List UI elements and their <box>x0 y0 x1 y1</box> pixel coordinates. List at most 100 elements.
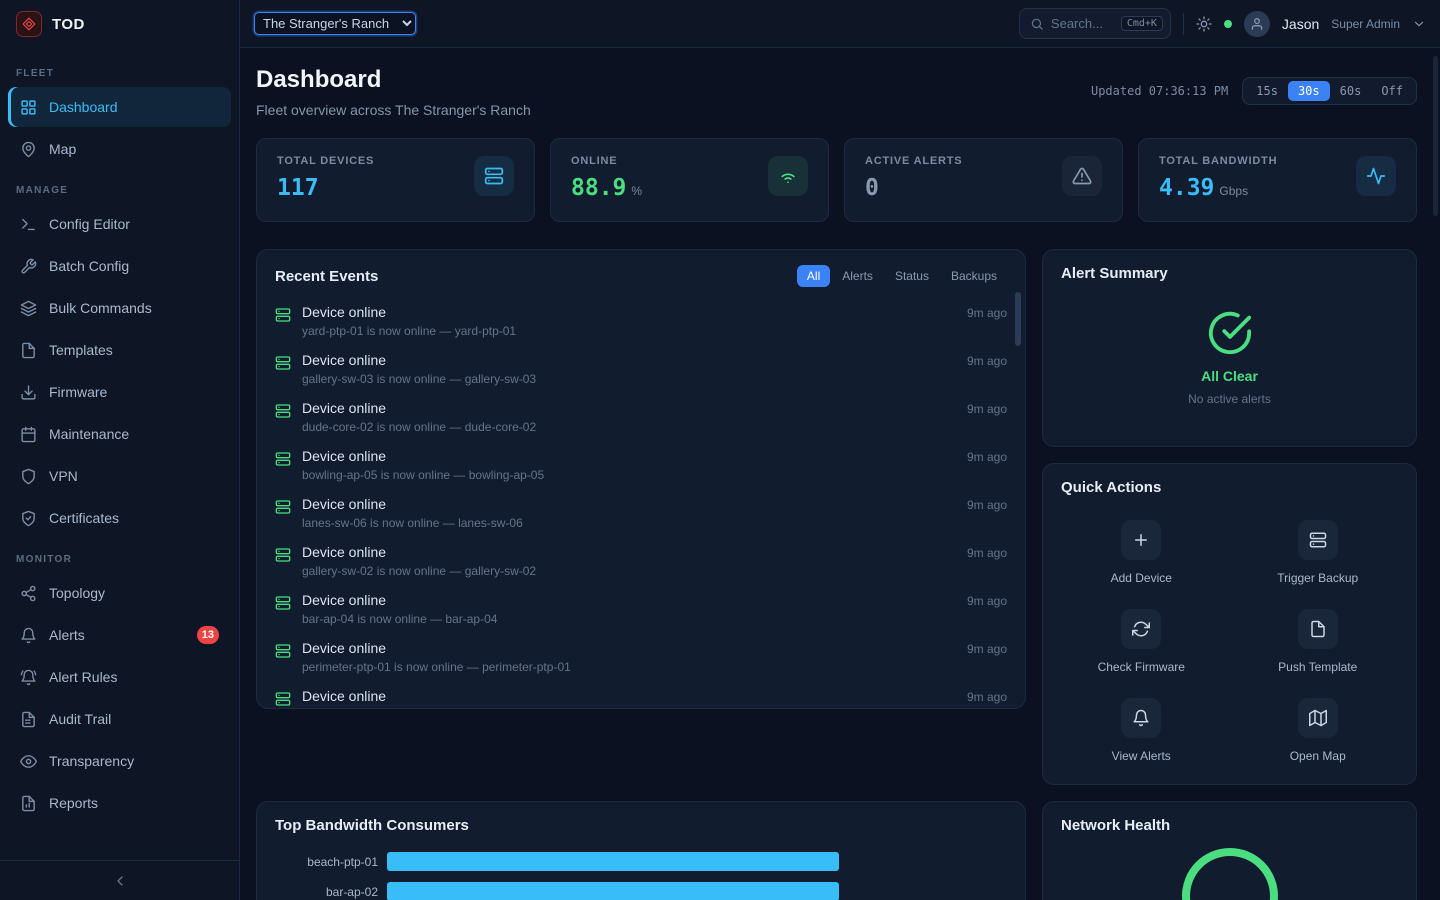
stat-card-total-devices: TOTAL DEVICES 117 <box>256 138 535 222</box>
sidebar-item-map[interactable]: Map <box>8 129 231 169</box>
sidebar-item-reports[interactable]: Reports <box>8 783 231 823</box>
event-row[interactable]: Device onlinedude-core-02 is now online … <box>275 393 1007 441</box>
device-icon <box>275 643 291 659</box>
sidebar-item-vpn[interactable]: VPN <box>8 456 231 496</box>
sidebar-nav: FLEET Dashboard Map MANAGE Config Editor… <box>0 48 239 860</box>
file-icon <box>20 342 37 359</box>
activity-icon <box>1356 156 1396 196</box>
tab-status[interactable]: Status <box>885 265 939 287</box>
open-map-button[interactable]: Open Map <box>1290 698 1346 763</box>
connection-status-dot <box>1224 20 1232 28</box>
sidebar-item-config-editor[interactable]: Config Editor <box>8 204 231 244</box>
sidebar-item-transparency[interactable]: Transparency <box>8 741 231 781</box>
event-time: 9m ago <box>967 688 1007 704</box>
wifi-icon <box>768 156 808 196</box>
device-icon <box>275 307 291 323</box>
device-icon <box>275 691 291 707</box>
file-icon <box>1298 609 1338 649</box>
search-icon <box>1030 17 1044 31</box>
sidebar-item-label: Bulk Commands <box>49 300 152 316</box>
check-firmware-button[interactable]: Check Firmware <box>1098 609 1185 674</box>
stat-card-total-bandwidth: TOTAL BANDWIDTH 4.39Gbps <box>1138 138 1417 222</box>
event-time: 9m ago <box>967 544 1007 560</box>
events-scrollbar[interactable] <box>1015 292 1021 346</box>
event-title: Device online <box>302 688 386 705</box>
event-row[interactable]: Device onlinegallery-sw-03 is now online… <box>275 345 1007 393</box>
bandwidth-row: beach-ptp-01 <box>275 852 1007 871</box>
user-name[interactable]: Jason <box>1282 16 1319 32</box>
sidebar-item-alert-rules[interactable]: Alert Rules <box>8 657 231 697</box>
trigger-backup-button[interactable]: Trigger Backup <box>1277 520 1358 585</box>
event-row[interactable]: Device onlinelanes-sw-06 is now online —… <box>275 489 1007 537</box>
sidebar-item-bulk-commands[interactable]: Bulk Commands <box>8 288 231 328</box>
bell-icon <box>20 627 37 644</box>
sidebar-item-firmware[interactable]: Firmware <box>8 372 231 412</box>
stat-value: 4.39 <box>1159 175 1214 201</box>
event-detail: lanes-sw-06 is now online — lanes-sw-06 <box>302 516 523 530</box>
event-row[interactable]: Device online 9m ago <box>275 681 1007 709</box>
layers-icon <box>20 300 37 317</box>
terminal-icon <box>20 216 37 233</box>
sidebar-item-label: Topology <box>49 585 105 601</box>
sidebar-item-audit-trail[interactable]: Audit Trail <box>8 699 231 739</box>
chevron-down-icon[interactable] <box>1412 17 1426 31</box>
bell-ring-icon <box>20 669 37 686</box>
check-circle-icon <box>1207 310 1253 356</box>
sidebar-item-templates[interactable]: Templates <box>8 330 231 370</box>
user-role: Super Admin <box>1331 17 1400 31</box>
event-row[interactable]: Device onlineperimeter-ptp-01 is now onl… <box>275 633 1007 681</box>
network-health-card: Network Health <box>1042 801 1417 900</box>
avatar[interactable] <box>1244 11 1270 37</box>
topology-icon <box>20 585 37 602</box>
refresh-option-15s[interactable]: 15s <box>1246 81 1288 101</box>
tab-all[interactable]: All <box>797 265 830 287</box>
sidebar-item-alerts[interactable]: Alerts 13 <box>8 615 231 655</box>
alert-status-text: All Clear <box>1201 368 1258 384</box>
sun-icon[interactable] <box>1196 16 1212 32</box>
refresh-interval-control: 15s 30s 60s Off <box>1242 77 1417 105</box>
page-scrollbar[interactable] <box>1433 56 1438 216</box>
tab-backups[interactable]: Backups <box>941 265 1007 287</box>
refresh-option-30s[interactable]: 30s <box>1288 81 1330 101</box>
alert-status-detail: No active alerts <box>1188 392 1271 406</box>
view-alerts-button[interactable]: View Alerts <box>1112 698 1171 763</box>
push-template-button[interactable]: Push Template <box>1278 609 1357 674</box>
sidebar-item-certificates[interactable]: Certificates <box>8 498 231 538</box>
event-time: 9m ago <box>967 640 1007 656</box>
nav-section-fleet: FLEET <box>0 54 239 85</box>
add-device-button[interactable]: Add Device <box>1111 520 1172 585</box>
site-selector[interactable]: The Stranger's Ranch <box>254 12 416 35</box>
quick-action-label: View Alerts <box>1112 749 1171 763</box>
alert-summary-card: Alert Summary All Clear No active alerts <box>1042 249 1417 447</box>
eye-icon <box>20 753 37 770</box>
sidebar-item-maintenance[interactable]: Maintenance <box>8 414 231 454</box>
alerts-count-badge: 13 <box>197 626 219 644</box>
event-row[interactable]: Device onlinebowling-ap-05 is now online… <box>275 441 1007 489</box>
sidebar-item-dashboard[interactable]: Dashboard <box>8 87 231 127</box>
sidebar: TOD FLEET Dashboard Map MANAGE Config Ed… <box>0 0 240 900</box>
sidebar-item-batch-config[interactable]: Batch Config <box>8 246 231 286</box>
search-input[interactable]: Search... Cmd+K <box>1019 8 1171 39</box>
bandwidth-device-label: beach-ptp-01 <box>275 855 387 869</box>
sidebar-item-label: Dashboard <box>49 99 118 115</box>
event-time: 9m ago <box>967 304 1007 320</box>
event-row[interactable]: Device onlinegallery-sw-02 is now online… <box>275 537 1007 585</box>
event-row[interactable]: Device onlinebar-ap-04 is now online — b… <box>275 585 1007 633</box>
sidebar-item-label: Audit Trail <box>49 711 111 727</box>
sidebar-item-label: Config Editor <box>49 216 130 232</box>
tab-alerts[interactable]: Alerts <box>832 265 883 287</box>
refresh-option-60s[interactable]: 60s <box>1330 81 1372 101</box>
stat-card-active-alerts: ACTIVE ALERTS 0 <box>844 138 1123 222</box>
sidebar-item-topology[interactable]: Topology <box>8 573 231 613</box>
stats-row: TOTAL DEVICES 117 ONLINE 88.9% ACTIVE AL… <box>256 138 1417 222</box>
plus-icon <box>1121 520 1161 560</box>
chevron-left-icon <box>112 873 128 889</box>
recent-events-title: Recent Events <box>275 268 378 285</box>
stat-unit: Gbps <box>1219 184 1248 198</box>
stat-value: 0 <box>865 175 879 201</box>
bell-icon <box>1121 698 1161 738</box>
stat-label: TOTAL DEVICES <box>277 155 374 167</box>
sidebar-collapse-button[interactable] <box>0 860 239 900</box>
event-row[interactable]: Device onlineyard-ptp-01 is now online —… <box>275 297 1007 345</box>
refresh-option-off[interactable]: Off <box>1371 81 1413 101</box>
